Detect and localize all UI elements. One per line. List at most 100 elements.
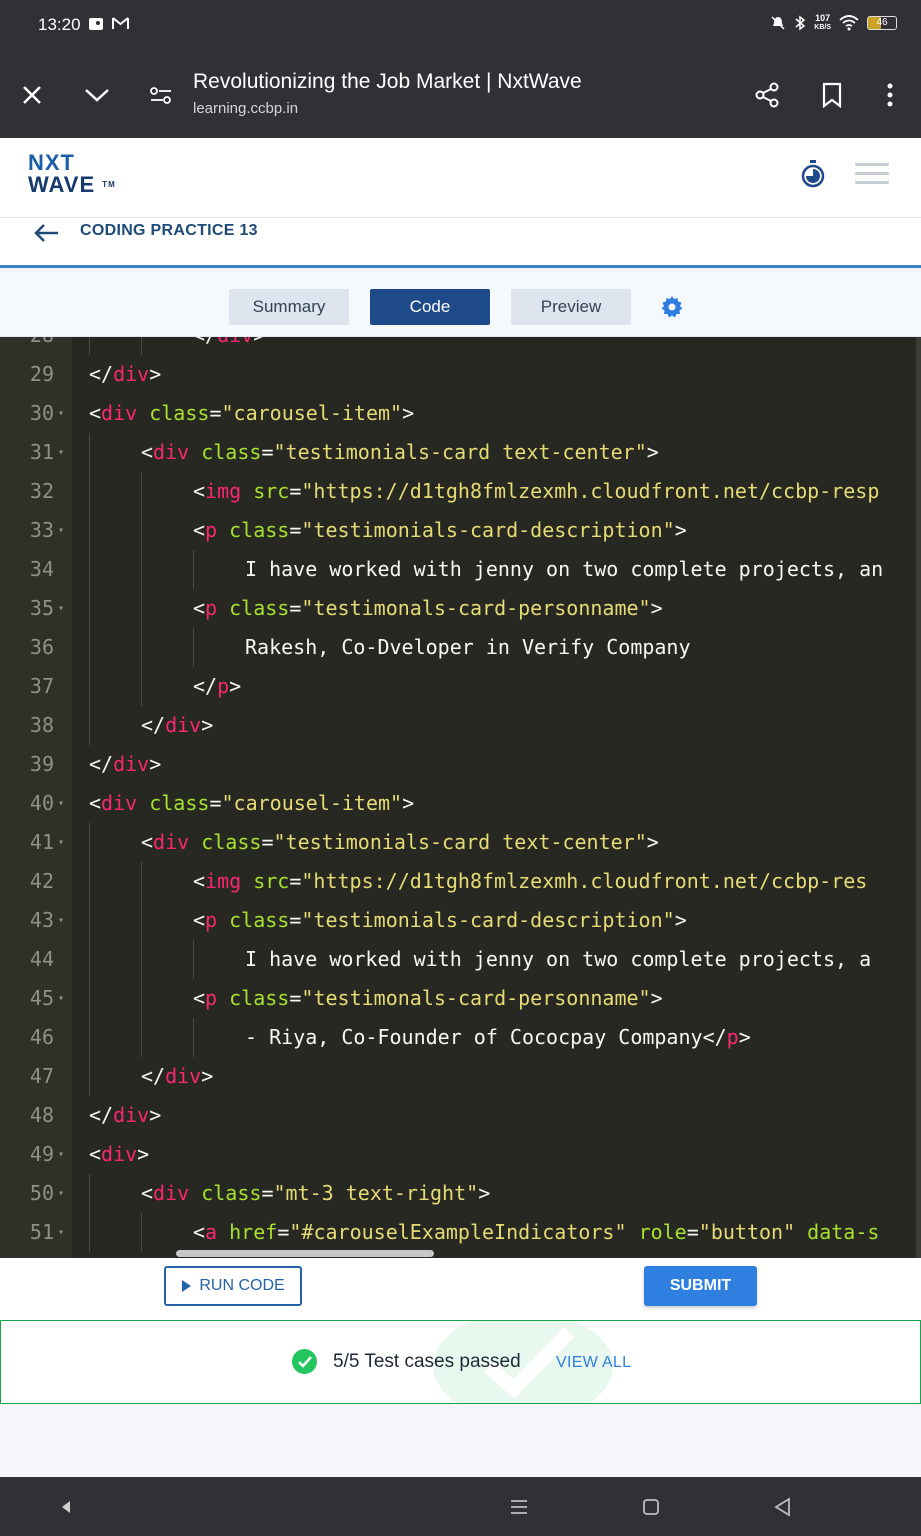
code-line[interactable]: 35 ▾ <p class="testimonals-card-personname… <box>0 589 921 628</box>
code-text: <div class="testimonials-card text-cente… <box>141 433 659 472</box>
code-line[interactable]: 51 ▾ <a href="#carouselExampleIndicators" … <box>0 1213 921 1252</box>
code-editor[interactable]: 28</div>29</div>30▾<div class="carousel-… <box>0 337 921 1258</box>
fold-toggle-icon[interactable]: ▾ <box>58 1135 64 1174</box>
nxtwave-logo[interactable]: NXT WAVE TM <box>28 152 116 196</box>
code-token: < <box>193 869 206 893</box>
home-icon[interactable] <box>639 1495 663 1519</box>
code-line[interactable]: 46 - Riya, Co-Founder of Cococpay Company… <box>0 1018 921 1057</box>
code-line[interactable]: 30 ▾ <div class="carousel-item"> <box>0 394 921 433</box>
bookmark-button[interactable] <box>814 77 850 113</box>
code-line[interactable]: 43 ▾ <p class="testimonials-card-descripti… <box>0 901 921 940</box>
indent-guide <box>89 940 90 979</box>
more-options-button[interactable] <box>872 77 908 113</box>
fold-toggle-icon[interactable]: ▾ <box>58 901 64 940</box>
code-line[interactable]: 42 <img src="https://d1tgh8fmlzexmh.cloud… <box>0 862 921 901</box>
indent-guide <box>141 940 142 979</box>
back-icon[interactable] <box>771 1495 795 1519</box>
close-tab-button[interactable] <box>14 77 50 113</box>
fold-toggle-icon[interactable]: ▾ <box>58 979 64 1018</box>
code-line[interactable]: 37 </p> <box>0 667 921 706</box>
line-number: 43 <box>29 908 54 932</box>
code-line[interactable]: 44 I have worked with jenny on two comple… <box>0 940 921 979</box>
indent-guide <box>89 667 90 706</box>
code-line[interactable]: 36 Rakesh, Co-Dveloper in Verify Company <box>0 628 921 667</box>
recents-icon[interactable] <box>507 1495 531 1519</box>
line-number: 48 <box>29 1103 54 1127</box>
code-text: </div> <box>89 745 161 784</box>
submit-button[interactable]: SUBMIT <box>644 1266 757 1306</box>
share-button[interactable] <box>749 77 785 113</box>
code-token: div <box>101 1142 138 1166</box>
code-text: <div class="testimonials-card text-cente… <box>141 823 659 862</box>
code-line[interactable]: 50 ▾ <div class="mt-3 text-right"> <box>0 1174 921 1213</box>
code-token: </ <box>89 752 114 776</box>
fold-toggle-icon[interactable]: ▾ <box>58 589 64 628</box>
site-settings-button[interactable] <box>143 77 179 113</box>
fold-toggle-icon[interactable]: ▾ <box>58 823 64 862</box>
fold-toggle-icon[interactable]: ▾ <box>58 511 64 550</box>
fold-toggle-icon[interactable]: ▾ <box>58 784 64 823</box>
code-token: < <box>193 986 206 1010</box>
page-url[interactable]: learning.ccbp.in <box>193 100 298 117</box>
code-line[interactable]: 49 ▾ <div> <box>0 1135 921 1174</box>
code-line[interactable]: 41 ▾ <div class="testimonials-card text-ce… <box>0 823 921 862</box>
fold-toggle-icon[interactable]: ▾ <box>58 394 64 433</box>
code-line[interactable]: 45 ▾ <p class="testimonals-card-personname… <box>0 979 921 1018</box>
tab-preview[interactable]: Preview <box>511 289 631 325</box>
horizontal-scrollbar[interactable] <box>176 1250 434 1257</box>
code-line[interactable]: 38 </div> <box>0 706 921 745</box>
battery-icon: 46 <box>867 16 897 30</box>
code-token: </ <box>193 337 217 347</box>
code-token: > <box>149 752 162 776</box>
code-token: > <box>402 401 415 425</box>
vertical-scrollbar[interactable] <box>916 337 921 1258</box>
fold-toggle-icon[interactable]: ▾ <box>58 1213 64 1252</box>
browser-toolbar: Revolutionizing the Job Market | NxtWave… <box>0 52 921 138</box>
code-token: = <box>209 401 222 425</box>
line-number: 44 <box>29 947 54 971</box>
code-token: "testimonals-card-personname" <box>301 986 651 1010</box>
code-line[interactable]: 32 <img src="https://d1tgh8fmlzexmh.cloud… <box>0 472 921 511</box>
code-line[interactable]: 31 ▾ <div class="testimonials-card text-ce… <box>0 433 921 472</box>
code-line[interactable]: 40 ▾ <div class="carousel-item"> <box>0 784 921 823</box>
indent-guide <box>89 901 90 940</box>
code-token: > <box>137 1142 150 1166</box>
code-line[interactable]: 39 </div> <box>0 745 921 784</box>
back-arrow-icon[interactable] <box>32 222 60 244</box>
code-token: </ <box>89 362 114 386</box>
code-token: I have worked with jenny on two complete… <box>245 947 872 971</box>
hamburger-menu-icon[interactable] <box>855 163 889 187</box>
code-token: = <box>289 908 302 932</box>
code-text: </div> <box>193 337 265 355</box>
code-line[interactable]: 28 </div> <box>0 337 921 355</box>
gear-icon[interactable] <box>660 295 684 319</box>
code-text: <img src="https://d1tgh8fmlzexmh.cloudfr… <box>193 472 879 511</box>
tab-code[interactable]: Code <box>370 289 490 325</box>
line-number: 28 <box>0 337 54 355</box>
collapse-button[interactable] <box>79 77 115 113</box>
fold-toggle-icon[interactable]: ▾ <box>58 1174 64 1213</box>
page-footer-space <box>0 1404 921 1477</box>
fold-toggle-icon[interactable]: ▾ <box>58 433 64 472</box>
stopwatch-icon[interactable] <box>799 159 827 189</box>
nav-back-small-icon[interactable] <box>54 1495 78 1519</box>
line-number: 29 <box>29 362 54 386</box>
code-line[interactable]: 47 </div> <box>0 1057 921 1096</box>
bluetooth-icon <box>795 15 806 31</box>
code-line[interactable]: 29 </div> <box>0 355 921 394</box>
more-vertical-icon <box>887 83 893 107</box>
system-nav-bar <box>0 1477 921 1536</box>
code-token: "carousel-item" <box>221 791 403 815</box>
photo-notification-icon <box>89 18 103 30</box>
run-code-button[interactable]: RUN CODE <box>164 1266 302 1306</box>
indent-guide <box>89 823 90 862</box>
view-all-link[interactable]: VIEW ALL <box>556 1354 631 1372</box>
code-line[interactable]: 48 </div> <box>0 1096 921 1135</box>
code-token: = <box>686 1220 699 1244</box>
tab-summary[interactable]: Summary <box>229 289 349 325</box>
code-line[interactable]: 34 I have worked with jenny on two comple… <box>0 550 921 589</box>
code-line[interactable]: 33 ▾ <p class="testimonials-card-descripti… <box>0 511 921 550</box>
code-token: </ <box>193 674 218 698</box>
